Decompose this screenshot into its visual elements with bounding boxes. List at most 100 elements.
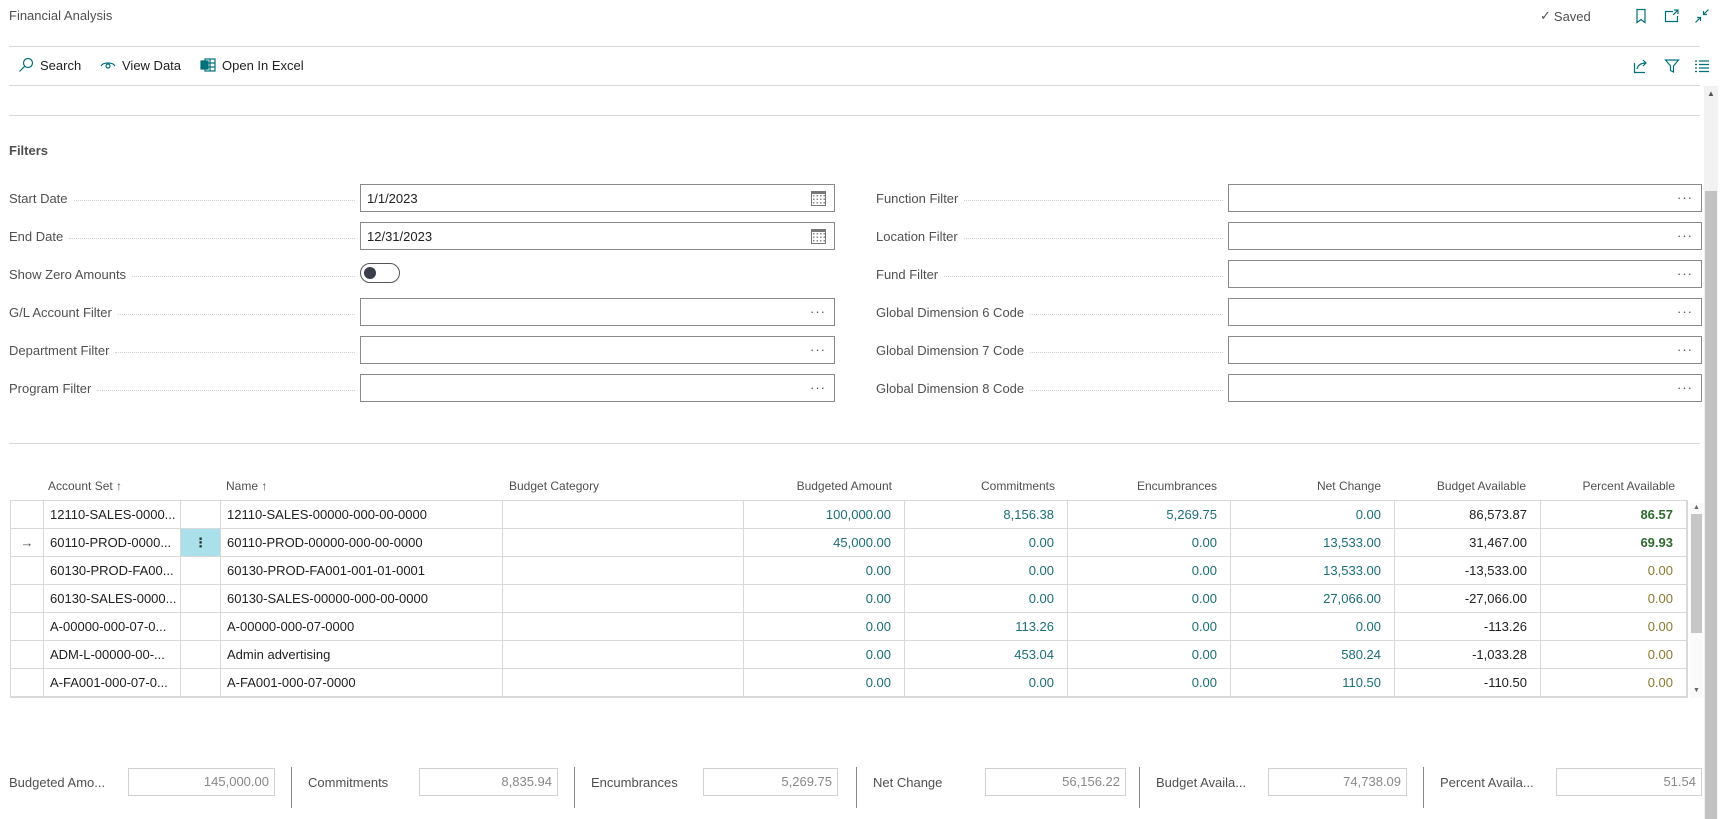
row-menu[interactable] [181, 641, 221, 668]
lookup-icon[interactable]: ··· [810, 304, 826, 319]
collapse-icon[interactable] [1693, 7, 1711, 25]
cell-budgeted-amount[interactable]: 100,000.00 [744, 501, 905, 528]
cell-encumbrances[interactable]: 0.00 [1068, 585, 1231, 612]
cell-account-set[interactable]: A-FA001-000-07-0... [44, 669, 181, 696]
scroll-up-icon[interactable]: ▲ [1705, 89, 1717, 99]
share-icon[interactable] [1632, 57, 1650, 75]
lookup-icon[interactable]: ··· [1677, 228, 1693, 243]
program-filter-field[interactable]: ··· [360, 374, 835, 402]
lookup-icon[interactable]: ··· [1677, 304, 1693, 319]
cell-net-change[interactable]: 580.24 [1231, 641, 1395, 668]
row-menu[interactable] [181, 501, 221, 528]
table-row[interactable]: ADM-L-00000-00-... Admin advertising 0.00 4… [11, 641, 1687, 669]
cell-commitments[interactable]: 8,156.38 [905, 501, 1068, 528]
column-header-net-change[interactable]: Net Change [1230, 479, 1381, 493]
cell-account-set[interactable]: 12110-SALES-0000... [44, 501, 181, 528]
grid-scroll-down-icon[interactable]: ▼ [1690, 686, 1703, 696]
row-indicator[interactable] [11, 501, 44, 528]
cell-budgeted-amount[interactable]: 0.00 [744, 585, 905, 612]
bookmark-icon[interactable] [1632, 7, 1650, 25]
grid-scroll-up-icon[interactable]: ▲ [1690, 503, 1703, 513]
row-menu[interactable] [181, 585, 221, 612]
cell-net-change[interactable]: 0.00 [1231, 501, 1395, 528]
cell-encumbrances[interactable]: 0.00 [1068, 557, 1231, 584]
lookup-icon[interactable]: ··· [1677, 380, 1693, 395]
cell-budgeted-amount[interactable]: 0.00 [744, 669, 905, 696]
cell-budgeted-amount[interactable]: 45,000.00 [744, 529, 905, 556]
row-indicator[interactable] [11, 641, 44, 668]
fund-filter-field[interactable]: ··· [1228, 260, 1702, 288]
global-dimension-8-field[interactable]: ··· [1228, 374, 1702, 402]
cell-encumbrances[interactable]: 5,269.75 [1068, 501, 1231, 528]
calendar-icon[interactable] [811, 191, 826, 206]
cell-name[interactable]: Admin advertising [221, 641, 503, 668]
cell-commitments[interactable]: 0.00 [905, 557, 1068, 584]
show-zero-amounts-toggle[interactable] [360, 263, 400, 283]
column-header-commitments[interactable]: Commitments [904, 479, 1055, 493]
table-row[interactable]: A-FA001-000-07-0... A-FA001-000-07-0000 0.… [11, 669, 1687, 697]
table-row[interactable]: 60130-PROD-FA00... 60130-PROD-FA001-001-0… [11, 557, 1687, 585]
row-menu-icon[interactable]: ⋮ [181, 529, 221, 556]
row-indicator[interactable] [11, 585, 44, 612]
cell-name[interactable]: 60130-PROD-FA001-001-01-0001 [221, 557, 503, 584]
column-header-percent-available[interactable]: Percent Available [1540, 479, 1675, 493]
cell-net-change[interactable]: 0.00 [1231, 613, 1395, 640]
lookup-icon[interactable]: ··· [810, 342, 826, 357]
end-date-field[interactable]: 12/31/2023 [360, 222, 835, 250]
global-dimension-6-field[interactable]: ··· [1228, 298, 1702, 326]
function-filter-field[interactable]: ··· [1228, 184, 1702, 212]
cell-budgeted-amount[interactable]: 0.00 [744, 613, 905, 640]
open-in-excel-action[interactable]: Open In Excel [200, 57, 304, 73]
cell-net-change[interactable]: 27,066.00 [1231, 585, 1395, 612]
row-indicator[interactable]: → [11, 529, 44, 556]
column-header-budget-available[interactable]: Budget Available [1394, 479, 1526, 493]
lookup-icon[interactable]: ··· [1677, 266, 1693, 281]
cell-budgeted-amount[interactable]: 0.00 [744, 557, 905, 584]
filter-icon[interactable] [1663, 57, 1681, 75]
column-header-encumbrances[interactable]: Encumbrances [1067, 479, 1217, 493]
list-view-icon[interactable] [1693, 57, 1711, 75]
location-filter-field[interactable]: ··· [1228, 222, 1702, 250]
search-action[interactable]: Search [18, 57, 81, 73]
start-date-field[interactable]: 1/1/2023 [360, 184, 835, 212]
row-menu[interactable] [181, 669, 221, 696]
page-scrollbar-thumb[interactable] [1705, 191, 1717, 819]
cell-encumbrances[interactable]: 0.00 [1068, 529, 1231, 556]
cell-account-set[interactable]: ADM-L-00000-00-... [44, 641, 181, 668]
row-menu[interactable] [181, 557, 221, 584]
cell-name[interactable]: 12110-SALES-00000-000-00-0000 [221, 501, 503, 528]
row-indicator[interactable] [11, 613, 44, 640]
row-menu[interactable] [181, 613, 221, 640]
cell-commitments[interactable]: 0.00 [905, 669, 1068, 696]
lookup-icon[interactable]: ··· [1677, 190, 1693, 205]
cell-encumbrances[interactable]: 0.00 [1068, 641, 1231, 668]
cell-budgeted-amount[interactable]: 0.00 [744, 641, 905, 668]
cell-name[interactable]: A-FA001-000-07-0000 [221, 669, 503, 696]
column-header-budgeted-amount[interactable]: Budgeted Amount [743, 479, 892, 493]
cell-name[interactable]: 60130-SALES-00000-000-00-0000 [221, 585, 503, 612]
row-indicator[interactable] [11, 669, 44, 696]
cell-encumbrances[interactable]: 0.00 [1068, 613, 1231, 640]
department-filter-field[interactable]: ··· [360, 336, 835, 364]
cell-account-set[interactable]: A-00000-000-07-0... [44, 613, 181, 640]
cell-net-change[interactable]: 13,533.00 [1231, 529, 1395, 556]
column-header-name[interactable]: Name ↑ [226, 479, 267, 493]
global-dimension-7-field[interactable]: ··· [1228, 336, 1702, 364]
table-row[interactable]: 60130-SALES-0000... 60130-SALES-00000-000… [11, 585, 1687, 613]
column-header-budget-category[interactable]: Budget Category [509, 479, 599, 493]
cell-account-set[interactable]: 60130-PROD-FA00... [44, 557, 181, 584]
cell-name[interactable]: A-00000-000-07-0000 [221, 613, 503, 640]
cell-account-set[interactable]: 60110-PROD-0000... [44, 529, 181, 556]
lookup-icon[interactable]: ··· [1677, 342, 1693, 357]
row-indicator[interactable] [11, 557, 44, 584]
cell-account-set[interactable]: 60130-SALES-0000... [44, 585, 181, 612]
cell-commitments[interactable]: 453.04 [905, 641, 1068, 668]
open-new-window-icon[interactable] [1663, 7, 1681, 25]
lookup-icon[interactable]: ··· [810, 380, 826, 395]
gl-account-filter-field[interactable]: ··· [360, 298, 835, 326]
cell-name[interactable]: 60110-PROD-00000-000-00-0000 [221, 529, 503, 556]
cell-commitments[interactable]: 113.26 [905, 613, 1068, 640]
view-data-action[interactable]: View Data [100, 57, 181, 73]
table-row[interactable]: A-00000-000-07-0... A-00000-000-07-0000 0.… [11, 613, 1687, 641]
column-header-account-set[interactable]: Account Set ↑ [48, 479, 122, 493]
